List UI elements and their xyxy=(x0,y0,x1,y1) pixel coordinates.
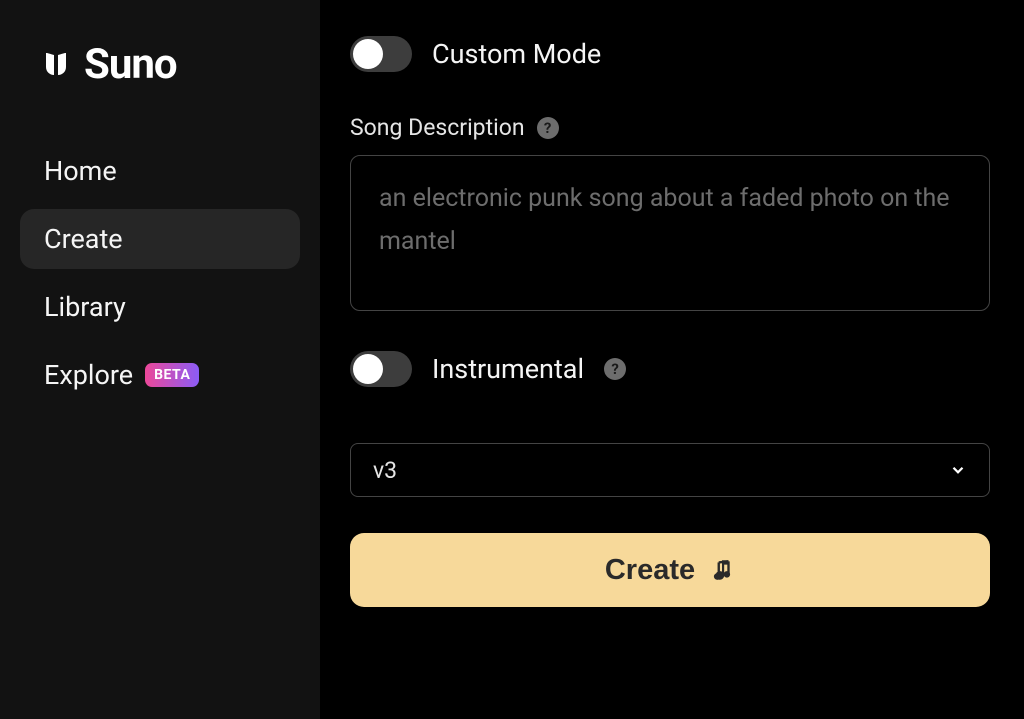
version-selected-value: v3 xyxy=(373,457,397,484)
suno-logo-icon xyxy=(36,45,76,85)
instrumental-toggle[interactable] xyxy=(350,351,412,387)
create-button[interactable]: Create xyxy=(350,533,990,607)
sidebar-item-create[interactable]: Create xyxy=(20,209,300,269)
version-select[interactable]: v3 xyxy=(350,443,990,497)
custom-mode-row: Custom Mode xyxy=(350,36,994,72)
nav: Home Create Library Explore BETA xyxy=(20,141,300,405)
create-button-label: Create xyxy=(605,554,695,587)
instrumental-label: Instrumental xyxy=(432,353,584,385)
song-description-input[interactable] xyxy=(350,155,990,311)
help-icon[interactable]: ? xyxy=(604,358,626,380)
logo[interactable]: Suno xyxy=(36,40,300,89)
music-note-icon xyxy=(709,557,735,583)
instrumental-row: Instrumental ? xyxy=(350,351,994,387)
sidebar: Suno Home Create Library Explore BETA xyxy=(0,0,320,719)
sidebar-item-home[interactable]: Home xyxy=(20,141,300,201)
description-label: Song Description xyxy=(350,114,525,141)
sidebar-item-label: Create xyxy=(44,223,123,255)
help-icon[interactable]: ? xyxy=(537,117,559,139)
sidebar-item-label: Explore xyxy=(44,359,133,391)
toggle-knob xyxy=(353,39,383,69)
main-content: Custom Mode Song Description ? Instrumen… xyxy=(320,0,1024,719)
beta-badge: BETA xyxy=(145,363,199,387)
custom-mode-toggle[interactable] xyxy=(350,36,412,72)
description-label-row: Song Description ? xyxy=(350,114,994,141)
sidebar-item-label: Library xyxy=(44,291,126,323)
sidebar-item-explore[interactable]: Explore BETA xyxy=(20,345,300,405)
chevron-down-icon xyxy=(949,461,967,479)
sidebar-item-label: Home xyxy=(44,155,117,187)
toggle-knob xyxy=(353,354,383,384)
custom-mode-label: Custom Mode xyxy=(432,38,601,70)
sidebar-item-library[interactable]: Library xyxy=(20,277,300,337)
logo-text: Suno xyxy=(84,40,177,89)
